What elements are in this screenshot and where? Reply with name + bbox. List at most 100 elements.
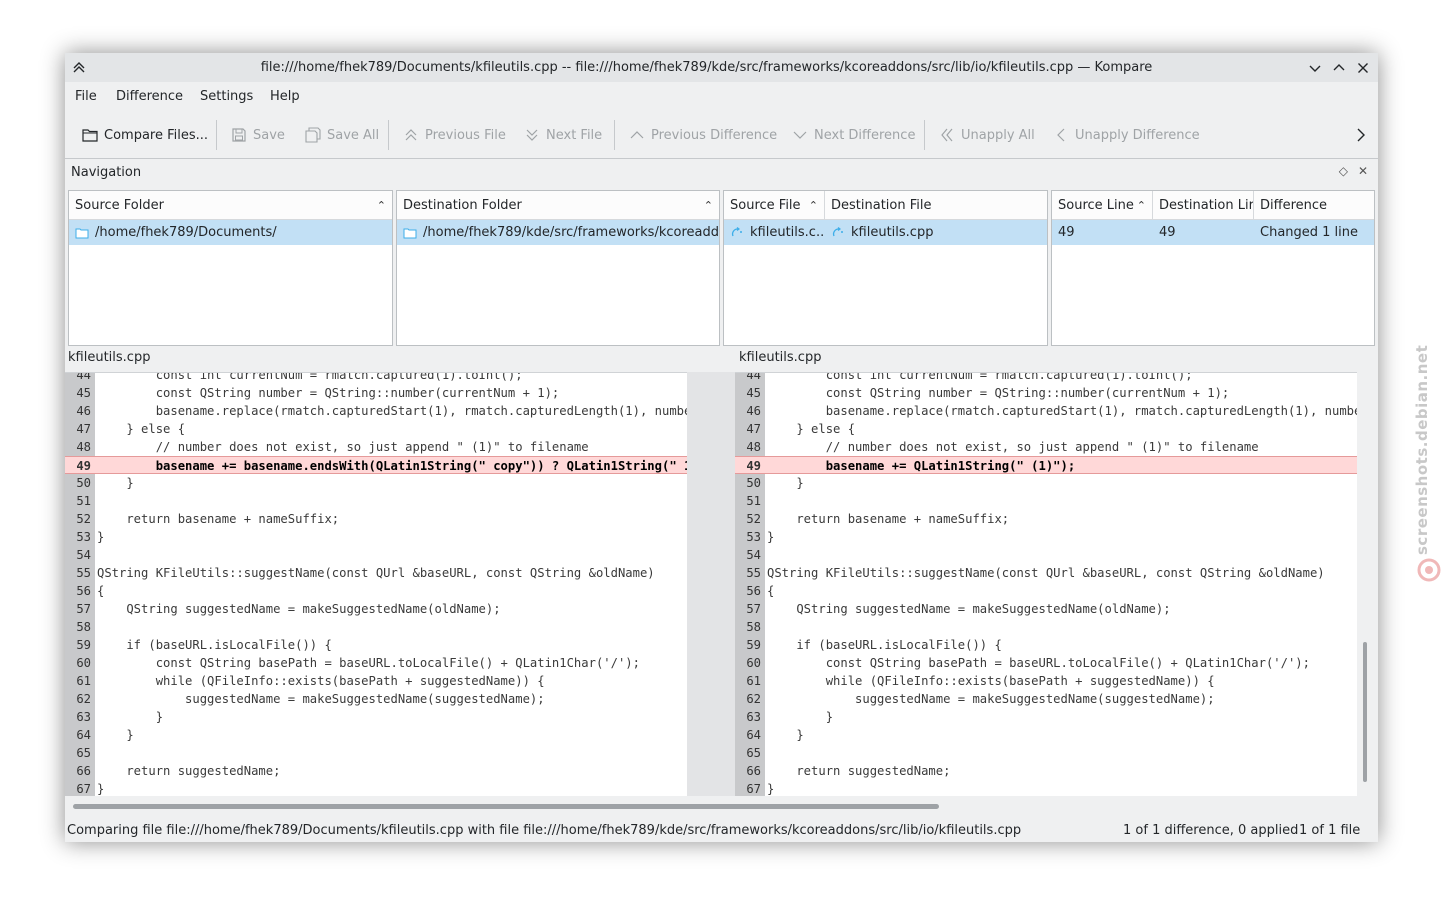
scroll-thumb[interactable] bbox=[1363, 642, 1367, 782]
code-text: } bbox=[97, 710, 164, 724]
column-header-destination-folder[interactable]: Destination Folder ⌃ bbox=[397, 191, 719, 220]
difference-header-label: Difference bbox=[1260, 198, 1328, 213]
column-header-source-file[interactable]: Source File ⌃ bbox=[724, 191, 825, 220]
save-button[interactable]: Save bbox=[231, 125, 285, 145]
code-line[interactable]: 54 bbox=[735, 546, 1357, 564]
code-line[interactable]: 64 } bbox=[65, 726, 687, 744]
list-item[interactable]: /home/fhek789/kde/src/frameworks/kcoread… bbox=[397, 220, 719, 245]
changed-code-line[interactable]: 49 basename += QLatin1String(" (1)"); bbox=[735, 456, 1357, 474]
code-line[interactable]: 65 bbox=[735, 744, 1357, 762]
previous-file-button[interactable]: Previous File bbox=[403, 125, 506, 145]
code-line[interactable]: 55 QString KFileUtils::suggestName(const … bbox=[65, 564, 687, 582]
menu-file[interactable]: File bbox=[75, 89, 97, 104]
keep-above-icon[interactable] bbox=[69, 58, 89, 78]
code-line[interactable]: 59 if (baseURL.isLocalFile()) { bbox=[65, 636, 687, 654]
file-changed-icon bbox=[731, 226, 742, 236]
code-line[interactable]: 50 } bbox=[65, 474, 687, 492]
code-line[interactable]: 47 } else { bbox=[735, 420, 1357, 438]
code-line[interactable]: 65 bbox=[65, 744, 687, 762]
code-line[interactable]: 67} bbox=[735, 780, 1357, 796]
destination-code-pane[interactable]: 44 const int currentNum = rmatch.capture… bbox=[735, 372, 1357, 796]
toolbar-overflow-button[interactable] bbox=[1353, 125, 1369, 145]
code-text: } else { bbox=[767, 422, 856, 436]
column-header-source-folder[interactable]: Source Folder ⌃ bbox=[69, 191, 392, 220]
code-line[interactable]: 66 return suggestedName; bbox=[65, 762, 687, 780]
column-header-destination-line[interactable]: Destination Lir bbox=[1153, 191, 1254, 220]
code-line[interactable]: 54 bbox=[65, 546, 687, 564]
code-line[interactable]: 48 // number does not exist, so just app… bbox=[65, 438, 687, 456]
code-line[interactable]: 59 if (baseURL.isLocalFile()) { bbox=[735, 636, 1357, 654]
code-line[interactable]: 52 return basename + nameSuffix; bbox=[735, 510, 1357, 528]
title-bar[interactable]: file:///home/fhek789/Documents/kfileutil… bbox=[65, 53, 1378, 82]
code-line[interactable]: 60 const QString basePath = baseURL.toLo… bbox=[735, 654, 1357, 672]
next-file-button[interactable]: Next File bbox=[524, 125, 602, 145]
close-panel-icon[interactable]: ✕ bbox=[1358, 164, 1368, 178]
code-line[interactable]: 64 } bbox=[735, 726, 1357, 744]
line-number: 55 bbox=[746, 566, 761, 580]
code-line[interactable]: 60 const QString basePath = baseURL.toLo… bbox=[65, 654, 687, 672]
source-code-pane[interactable]: 44 const int currentNum = rmatch.capture… bbox=[65, 372, 687, 796]
maximize-icon[interactable] bbox=[1329, 58, 1349, 78]
code-line[interactable]: 51 bbox=[735, 492, 1357, 510]
code-line[interactable]: 55 QString KFileUtils::suggestName(const … bbox=[735, 564, 1357, 582]
code-line[interactable]: 61 while (QFileInfo::exists(basePath + s… bbox=[65, 672, 687, 690]
destination-folder-list[interactable]: Destination Folder ⌃ /home/fhek789/kde/s… bbox=[396, 190, 720, 346]
code-line[interactable]: 52 return basename + nameSuffix; bbox=[65, 510, 687, 528]
sort-ascending-icon: ⌃ bbox=[703, 199, 713, 212]
code-line[interactable]: 45 const QString number = QString::numbe… bbox=[735, 384, 1357, 402]
menu-help[interactable]: Help bbox=[270, 89, 300, 104]
code-line[interactable]: 67} bbox=[65, 780, 687, 796]
code-line[interactable]: 61 while (QFileInfo::exists(basePath + s… bbox=[735, 672, 1357, 690]
code-text: // number does not exist, so just append… bbox=[97, 440, 589, 454]
code-line[interactable]: 57 QString suggestedName = makeSuggested… bbox=[735, 600, 1357, 618]
line-number: 47 bbox=[746, 422, 761, 436]
code-line[interactable]: 44 const int currentNum = rmatch.capture… bbox=[65, 373, 687, 384]
previous-difference-button[interactable]: Previous Difference bbox=[629, 125, 777, 145]
list-item[interactable]: kfileutils.c... kfileutils.cpp bbox=[724, 220, 1047, 245]
compare-files-button[interactable]: Compare Files... bbox=[82, 125, 208, 145]
folder-icon bbox=[75, 228, 89, 238]
code-line[interactable]: 47 } else { bbox=[65, 420, 687, 438]
code-line[interactable]: 53} bbox=[65, 528, 687, 546]
code-line[interactable]: 58 bbox=[735, 618, 1357, 636]
code-line[interactable]: 45 const QString number = QString::numbe… bbox=[65, 384, 687, 402]
close-icon[interactable] bbox=[1353, 58, 1373, 78]
code-line[interactable]: 57 QString suggestedName = makeSuggested… bbox=[65, 600, 687, 618]
save-all-button[interactable]: Save All bbox=[305, 125, 379, 145]
scroll-thumb[interactable] bbox=[73, 804, 939, 809]
column-header-destination-file[interactable]: Destination File bbox=[825, 191, 1047, 220]
float-panel-icon[interactable]: ◇ bbox=[1339, 164, 1348, 178]
code-line[interactable]: 48 // number does not exist, so just app… bbox=[735, 438, 1357, 456]
code-line[interactable]: 66 return suggestedName; bbox=[735, 762, 1357, 780]
vertical-scrollbar[interactable] bbox=[1359, 372, 1371, 796]
unapply-difference-button[interactable]: Unapply Difference bbox=[1053, 125, 1200, 145]
code-line[interactable]: 44 const int currentNum = rmatch.capture… bbox=[735, 373, 1357, 384]
code-line[interactable]: 62 suggestedName = makeSuggestedName(sug… bbox=[735, 690, 1357, 708]
code-line[interactable]: 46 basename.replace(rmatch.capturedStart… bbox=[65, 402, 687, 420]
code-line[interactable]: 63 } bbox=[735, 708, 1357, 726]
menu-difference[interactable]: Difference bbox=[116, 89, 183, 104]
difference-list[interactable]: Source Line ⌃ Destination Lir Difference… bbox=[1051, 190, 1375, 346]
file-list[interactable]: Source File ⌃ Destination File kfileutil… bbox=[723, 190, 1048, 346]
code-line[interactable]: 53} bbox=[735, 528, 1357, 546]
horizontal-scrollbar[interactable] bbox=[65, 800, 1355, 812]
next-difference-button[interactable]: Next Difference bbox=[792, 125, 915, 145]
code-line[interactable]: 51 bbox=[65, 492, 687, 510]
minimize-icon[interactable] bbox=[1305, 58, 1325, 78]
code-line[interactable]: 46 basename.replace(rmatch.capturedStart… bbox=[735, 402, 1357, 420]
column-header-source-line[interactable]: Source Line ⌃ bbox=[1052, 191, 1153, 220]
code-line[interactable]: 62 suggestedName = makeSuggestedName(sug… bbox=[65, 690, 687, 708]
destination-line-cell: 49 bbox=[1159, 225, 1176, 240]
changed-code-line[interactable]: 49 basename += basename.endsWith(QLatin1… bbox=[65, 456, 687, 474]
code-line[interactable]: 56 { bbox=[735, 582, 1357, 600]
unapply-all-button[interactable]: Unapply All bbox=[939, 125, 1035, 145]
column-header-difference[interactable]: Difference bbox=[1254, 191, 1374, 220]
list-item[interactable]: /home/fhek789/Documents/ bbox=[69, 220, 392, 245]
code-line[interactable]: 63 } bbox=[65, 708, 687, 726]
code-line[interactable]: 56 { bbox=[65, 582, 687, 600]
source-folder-list[interactable]: Source Folder ⌃ /home/fhek789/Documents/ bbox=[68, 190, 393, 346]
code-line[interactable]: 58 bbox=[65, 618, 687, 636]
list-item[interactable]: 49 49 Changed 1 line bbox=[1052, 220, 1374, 245]
menu-settings[interactable]: Settings bbox=[200, 89, 253, 104]
code-line[interactable]: 50 } bbox=[735, 474, 1357, 492]
